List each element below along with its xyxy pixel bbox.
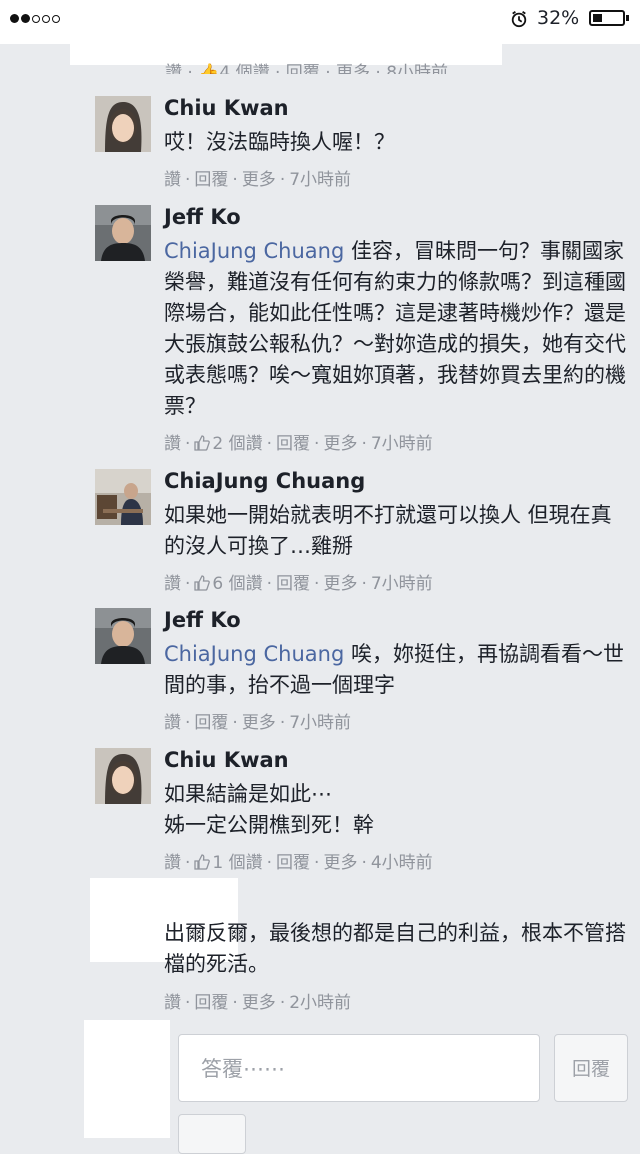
reply-link[interactable]: 回覆: [276, 434, 310, 454]
timestamp[interactable]: 7小時前: [289, 170, 351, 190]
comment-meta: 讚 · 2 個讚 · 回覆 · 更多 · 7小時前: [164, 434, 433, 454]
reply-button[interactable]: 回覆: [554, 1034, 628, 1102]
avatar[interactable]: [95, 748, 151, 804]
comment-text: 哎！沒法臨時換人喔！？: [164, 130, 395, 154]
comment-meta: 讚 · 1 個讚 · 回覆 · 更多 · 4小時前: [164, 853, 433, 873]
more-link[interactable]: 更多: [242, 993, 276, 1013]
more-link[interactable]: 更多: [323, 853, 357, 873]
reply-link[interactable]: 回覆: [276, 574, 310, 594]
reply-input[interactable]: 答覆⋯⋯: [178, 1034, 540, 1102]
cut-off-comment-meta: 讚 · 👍4 個讚 · 回覆 · 更多 · 8小時前: [165, 63, 449, 74]
more-link[interactable]: 更多: [323, 434, 357, 454]
comment-author[interactable]: Chiu Kwan: [164, 96, 289, 120]
more-link[interactable]: 更多: [323, 574, 357, 594]
like-count[interactable]: 6 個讚: [212, 574, 262, 594]
timestamp[interactable]: 7小時前: [289, 713, 351, 733]
timestamp[interactable]: 4小時前: [371, 853, 433, 873]
like-link[interactable]: 讚: [164, 434, 181, 454]
timestamp[interactable]: 7小時前: [371, 574, 433, 594]
thumbs-up-icon: [194, 575, 211, 591]
attachment-button[interactable]: [178, 1114, 246, 1154]
reply-link[interactable]: 回覆: [194, 713, 228, 733]
battery-percentage: 32%: [537, 7, 580, 29]
reply-link[interactable]: 回覆: [194, 170, 228, 190]
comment-text: 如果結論是如此⋯ 姊一定公開樵到死！幹: [164, 782, 374, 837]
comment-meta: 讚 · 回覆 · 更多 · 7小時前: [164, 713, 352, 733]
like-link[interactable]: 讚: [164, 993, 181, 1013]
like-link[interactable]: 讚: [164, 574, 181, 594]
reply-link[interactable]: 回覆: [276, 853, 310, 873]
avatar[interactable]: [95, 469, 151, 525]
thumbs-up-icon: [194, 854, 211, 870]
comment-meta: 讚 · 回覆 · 更多 · 7小時前: [164, 170, 352, 190]
comment-meta: 讚 · 回覆 · 更多 · 2小時前: [164, 993, 352, 1013]
like-link[interactable]: 讚: [164, 853, 181, 873]
comment-text: 出爾反爾，最後想的都是自己的利益，根本不管搭檔的死活。: [164, 921, 626, 976]
redacted-area: [70, 2, 502, 65]
signal-strength-icon: [10, 11, 62, 26]
alarm-icon: [511, 11, 527, 28]
battery-icon: [589, 10, 629, 26]
like-link[interactable]: 讚: [164, 713, 181, 733]
comment-author[interactable]: Jeff Ko: [164, 205, 241, 229]
comment-mention[interactable]: ChiaJung Chuang: [164, 239, 344, 263]
timestamp[interactable]: 2小時前: [289, 993, 351, 1013]
avatar[interactable]: [95, 608, 151, 664]
comment-meta: 讚 · 6 個讚 · 回覆 · 更多 · 7小時前: [164, 574, 433, 594]
redacted-user-avatar: [84, 1020, 170, 1138]
avatar[interactable]: [95, 96, 151, 152]
comment-author[interactable]: Jeff Ko: [164, 608, 241, 632]
like-count[interactable]: 2 個讚: [212, 434, 262, 454]
timestamp[interactable]: 7小時前: [371, 434, 433, 454]
comment-mention[interactable]: ChiaJung Chuang: [164, 642, 344, 666]
like-link[interactable]: 讚: [164, 170, 181, 190]
like-count[interactable]: 1 個讚: [212, 853, 262, 873]
thumbs-up-icon: [194, 435, 211, 451]
reply-link[interactable]: 回覆: [194, 993, 228, 1013]
more-link[interactable]: 更多: [242, 713, 276, 733]
more-link[interactable]: 更多: [242, 170, 276, 190]
comment-text: ChiaJung Chuang 佳容，冒昧問一句？事關國家榮譽，難道沒有任何有約…: [164, 239, 626, 418]
comment-text: ChiaJung Chuang 唉，妳挺住，再協調看看～世間的事，抬不過一個理字: [164, 642, 624, 697]
comment-text: 如果她一開始就表明不打就還可以換人 但現在真的沒人可換了…雞掰: [164, 503, 612, 558]
avatar[interactable]: [95, 205, 151, 261]
comment-author[interactable]: Chiu Kwan: [164, 748, 289, 772]
comment-author[interactable]: ChiaJung Chuang: [164, 469, 365, 493]
